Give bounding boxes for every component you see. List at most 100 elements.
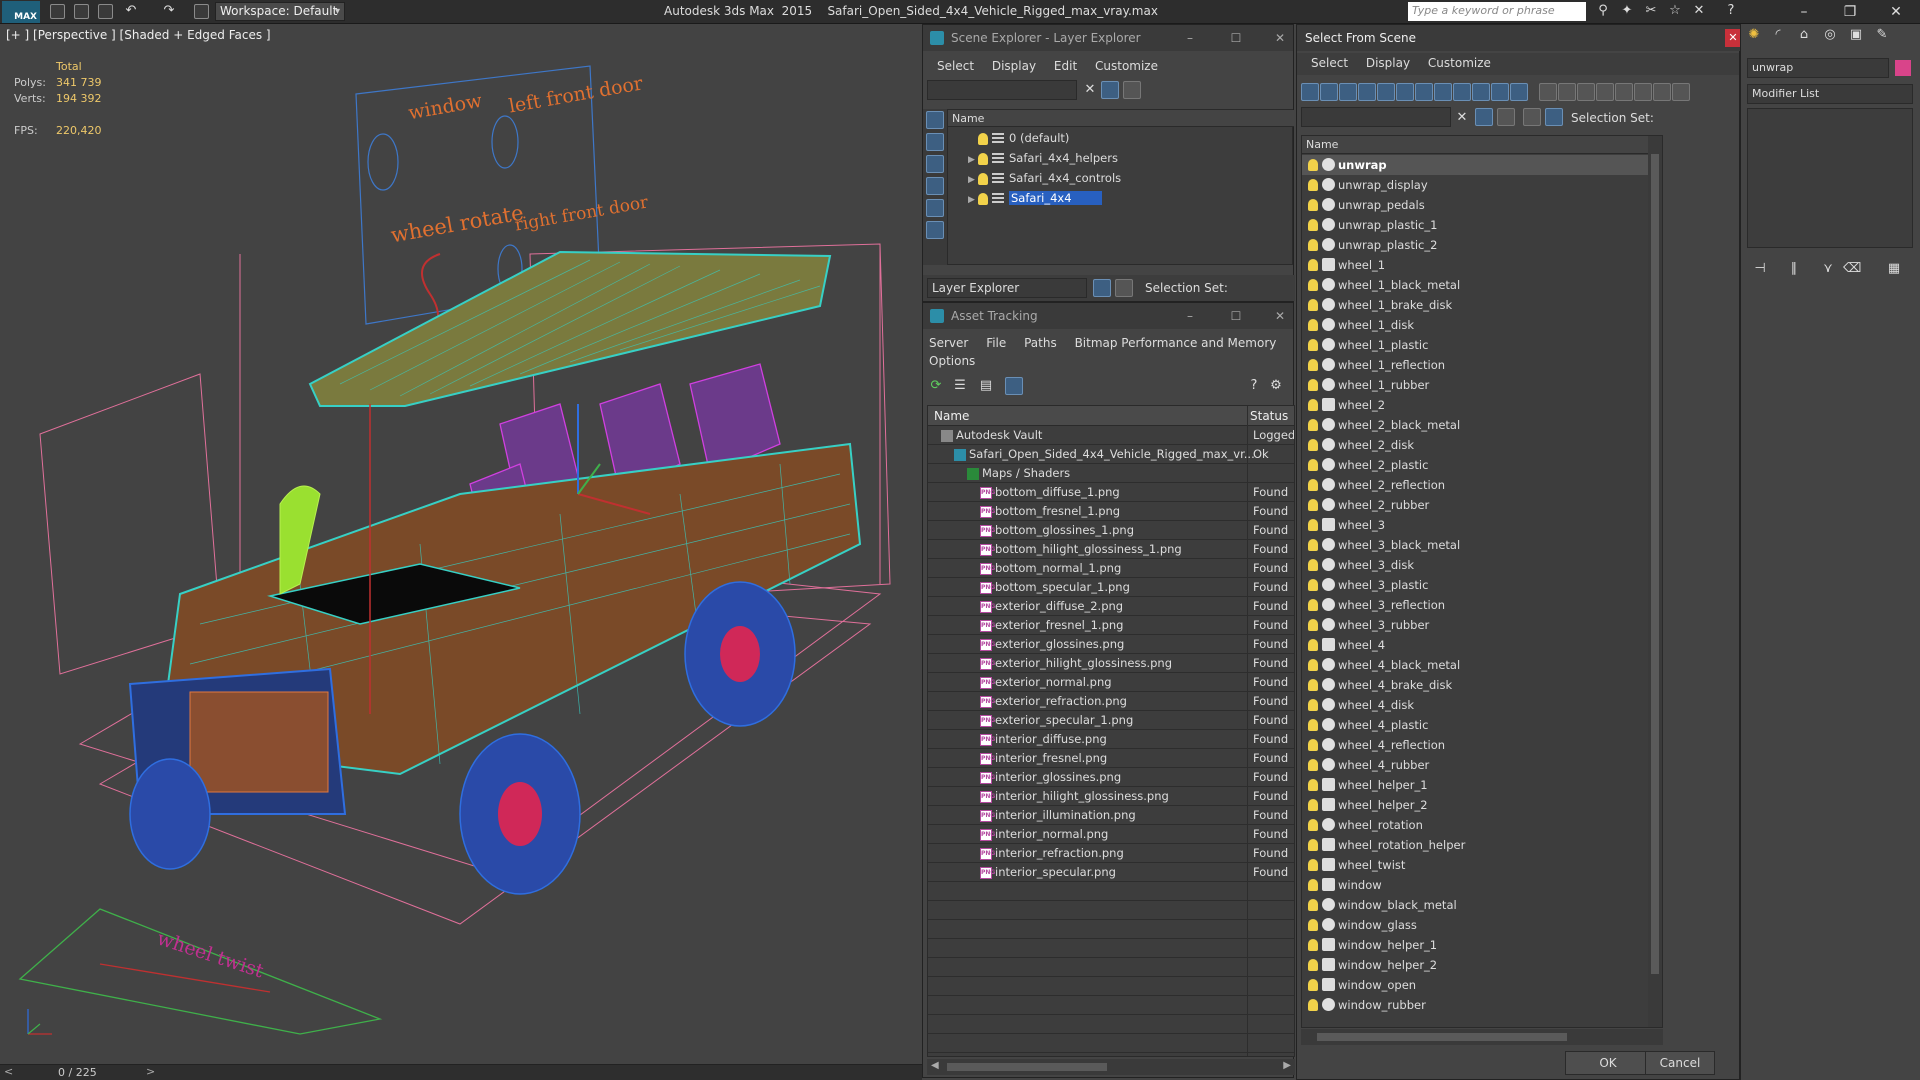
filter-select-children-icon[interactable]: [1672, 83, 1690, 101]
lightbulb-icon[interactable]: [1308, 439, 1318, 451]
asset-row[interactable]: PNGinterior_diffuse.png Found: [928, 730, 1294, 749]
asset-row[interactable]: PNGexterior_glossines.png Found: [928, 635, 1294, 654]
minimize-icon[interactable]: –: [1175, 303, 1205, 329]
lightbulb-icon[interactable]: [1308, 359, 1318, 371]
menu-edit[interactable]: Edit: [1054, 56, 1077, 76]
object-row[interactable]: wheel_rotation_helper: [1302, 835, 1650, 855]
layer-row[interactable]: ▶ Safari_4x4_helpers: [948, 148, 1288, 168]
expand-arrow-icon[interactable]: ▶: [968, 150, 978, 170]
menu-display[interactable]: Display: [992, 56, 1036, 76]
restore-icon[interactable]: ❐: [1836, 2, 1864, 22]
minimize-icon[interactable]: –: [1790, 2, 1818, 22]
object-row[interactable]: wheel_4: [1302, 635, 1650, 655]
lightbulb-icon[interactable]: [978, 132, 988, 145]
filter-bones-icon[interactable]: [1453, 83, 1471, 101]
object-row[interactable]: wheel_4_reflection: [1302, 735, 1650, 755]
lightbulb-icon[interactable]: [1308, 739, 1318, 751]
object-row[interactable]: unwrap_plastic_2: [1302, 235, 1650, 255]
remove-modifier-icon[interactable]: ⌫: [1843, 262, 1861, 276]
object-row[interactable]: window_helper_1: [1302, 935, 1650, 955]
favorites-icon[interactable]: ☆: [1668, 4, 1682, 18]
filter-icon[interactable]: [1101, 81, 1119, 99]
object-row[interactable]: unwrap_display: [1302, 175, 1650, 195]
object-row[interactable]: wheel_4_plastic: [1302, 715, 1650, 735]
filter-select-all-icon[interactable]: [1596, 83, 1614, 101]
object-row[interactable]: wheel_2_plastic: [1302, 455, 1650, 475]
lightbulb-icon[interactable]: [1308, 499, 1318, 511]
filter-invert-icon[interactable]: [1577, 83, 1595, 101]
asset-row[interactable]: PNGbottom_diffuse_1.png Found: [928, 483, 1294, 502]
display-lights-icon[interactable]: [926, 155, 944, 173]
object-row[interactable]: wheel_1_rubber: [1302, 375, 1650, 395]
clear-search-icon[interactable]: ✕: [1083, 83, 1097, 97]
filter-xrefs-icon[interactable]: [1434, 83, 1452, 101]
menu-select[interactable]: Select: [1311, 53, 1348, 73]
object-row[interactable]: wheel_4_brake_disk: [1302, 675, 1650, 695]
exchange-icon[interactable]: ✂: [1644, 4, 1658, 18]
menu-customize[interactable]: Customize: [1095, 56, 1158, 76]
display-spacewarps-icon[interactable]: [926, 221, 944, 239]
settings-icon[interactable]: ⚙: [1269, 379, 1283, 393]
project-folder-icon[interactable]: [194, 4, 209, 19]
object-row[interactable]: wheel_3_rubber: [1302, 615, 1650, 635]
object-row[interactable]: window: [1302, 875, 1650, 895]
lightbulb-icon[interactable]: [1308, 819, 1318, 831]
lightbulb-icon[interactable]: [1308, 859, 1318, 871]
col-name-header[interactable]: Name: [934, 409, 969, 423]
expand-arrow-icon[interactable]: ▶: [968, 190, 978, 210]
lightbulb-icon[interactable]: [1308, 759, 1318, 771]
filter-shapes-icon[interactable]: [1320, 83, 1338, 101]
minimize-icon[interactable]: –: [1175, 25, 1205, 51]
menu-bitmap-performance[interactable]: Bitmap Performance and Memory: [1075, 333, 1277, 353]
close-icon[interactable]: ✕: [1882, 2, 1910, 22]
scroll-right-icon[interactable]: ▶: [1283, 1060, 1291, 1071]
object-row[interactable]: wheel_2_disk: [1302, 435, 1650, 455]
menu-paths[interactable]: Paths: [1024, 333, 1057, 353]
lightbulb-icon[interactable]: [1308, 579, 1318, 591]
display-shapes-icon[interactable]: [926, 133, 944, 151]
cancel-button[interactable]: Cancel: [1645, 1051, 1715, 1075]
asset-row[interactable]: Maps / Shaders: [928, 464, 1294, 483]
object-row[interactable]: wheel_3_black_metal: [1302, 535, 1650, 555]
object-row[interactable]: wheel_1_black_metal: [1302, 275, 1650, 295]
connect-icon[interactable]: ✕: [1692, 4, 1706, 18]
object-row[interactable]: unwrap_plastic_1: [1302, 215, 1650, 235]
display-geometry-icon[interactable]: [926, 111, 944, 129]
search-input[interactable]: Type a keyword or phrase: [1408, 2, 1586, 21]
maximize-icon[interactable]: ☐: [1221, 303, 1251, 329]
object-row[interactable]: window_glass: [1302, 915, 1650, 935]
layer-edit-icon[interactable]: [1497, 108, 1515, 126]
sfs-search-input[interactable]: [1301, 107, 1451, 127]
filter-filter-dependents-icon[interactable]: [1653, 83, 1671, 101]
motion-tab-icon[interactable]: ◎: [1823, 28, 1837, 42]
display-tab-icon[interactable]: ▣: [1849, 28, 1863, 42]
display-cameras-icon[interactable]: [926, 177, 944, 195]
asset-row[interactable]: PNGexterior_specular_1.png Found: [928, 711, 1294, 730]
show-end-result-icon[interactable]: ∥: [1787, 262, 1801, 276]
thumbnail-view-icon[interactable]: ▤: [979, 379, 993, 393]
lightbulb-icon[interactable]: [1308, 379, 1318, 391]
asset-row[interactable]: PNGexterior_fresnel_1.png Found: [928, 616, 1294, 635]
close-icon[interactable]: ✕: [1265, 303, 1295, 329]
asset-row[interactable]: PNGbottom_specular_1.png Found: [928, 578, 1294, 597]
filter-icon[interactable]: [1475, 108, 1493, 126]
perspective-viewport[interactable]: [+ ] [Perspective ] [Shaded + Edged Face…: [0, 24, 922, 1064]
lightbulb-icon[interactable]: [1308, 619, 1318, 631]
lightbulb-icon[interactable]: [1308, 639, 1318, 651]
layer-manager-icon[interactable]: [1093, 279, 1111, 297]
scene-explorer-search[interactable]: [927, 80, 1077, 100]
tools-icon[interactable]: ✦: [1620, 4, 1634, 18]
object-list-scrollbar[interactable]: [1648, 136, 1662, 1027]
time-next-button[interactable]: >: [146, 1065, 155, 1078]
hierarchy-tab-icon[interactable]: ⌂: [1797, 28, 1811, 42]
lightbulb-icon[interactable]: [1308, 199, 1318, 211]
scroll-thumb[interactable]: [1317, 1033, 1567, 1041]
maximize-icon[interactable]: ☐: [1221, 25, 1251, 51]
object-row[interactable]: wheel_2: [1302, 395, 1650, 415]
object-row[interactable]: window_open: [1302, 975, 1650, 995]
object-row[interactable]: wheel_2_black_metal: [1302, 415, 1650, 435]
lightbulb-icon[interactable]: [1308, 899, 1318, 911]
filter-groups-icon[interactable]: [1415, 83, 1433, 101]
layer-row[interactable]: ▶ Safari_4x4_controls: [948, 168, 1288, 188]
lightbulb-icon[interactable]: [1308, 259, 1318, 271]
